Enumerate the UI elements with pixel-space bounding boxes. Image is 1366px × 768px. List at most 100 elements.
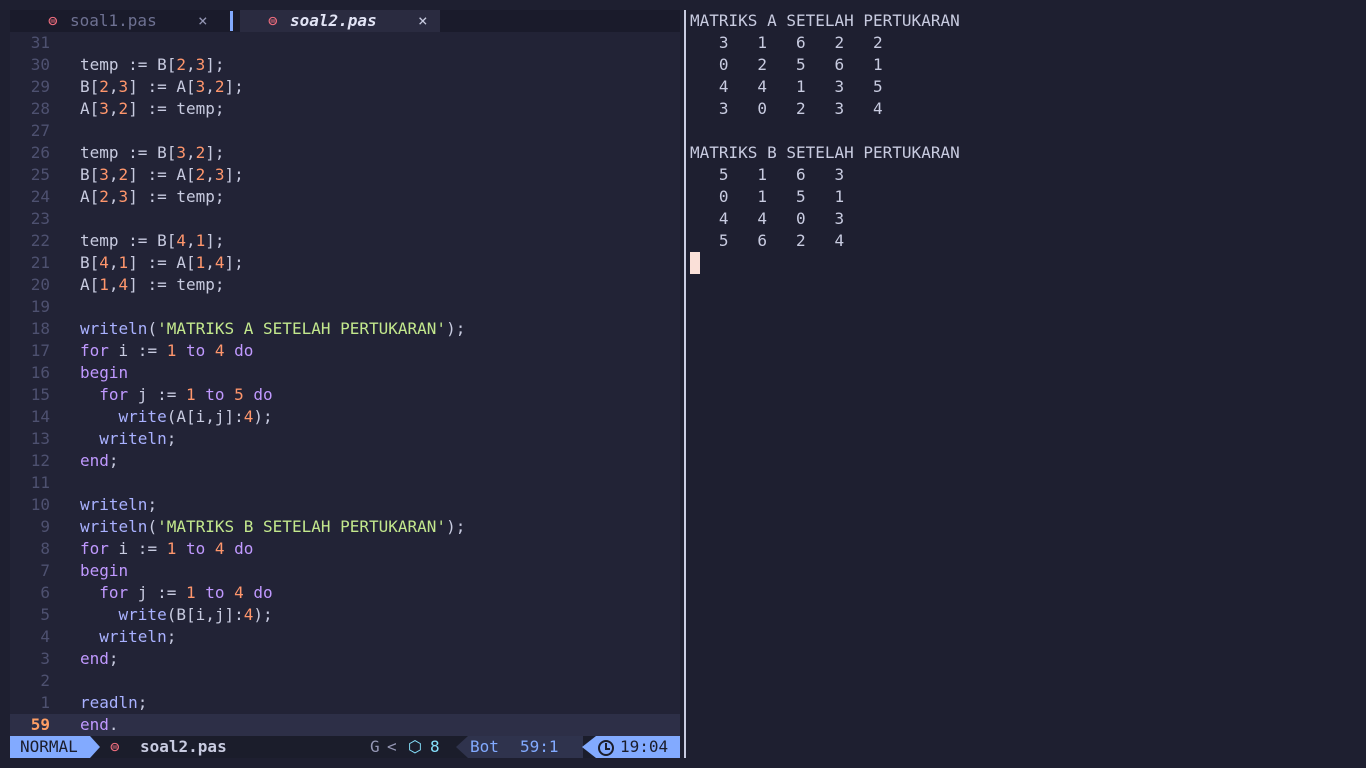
code-token: 3 <box>99 99 109 118</box>
code-token: writeln <box>99 627 167 646</box>
code-line[interactable]: 16 begin <box>10 362 680 384</box>
terminal-cursor <box>690 252 700 274</box>
code-line[interactable]: 7 begin <box>10 560 680 582</box>
line-text: B[2,3] := A[3,2]; <box>80 76 244 98</box>
code-token: (A[i,j]: <box>166 407 244 426</box>
code-line[interactable]: 3 end; <box>10 648 680 670</box>
line-text: write(B[i,j]:4); <box>80 604 273 626</box>
code-line[interactable]: 20 A[1,4] := temp; <box>10 274 680 296</box>
line-text: temp := B[2,3]; <box>80 54 225 76</box>
code-line[interactable]: 23 <box>10 208 680 230</box>
code-token: to <box>176 341 215 360</box>
terminal-line: 0 2 5 6 1 <box>690 55 883 74</box>
code-line[interactable]: 6 for j := 1 to 4 do <box>10 582 680 604</box>
code-token: ] := A[ <box>128 165 196 184</box>
line-text: writeln; <box>80 626 176 648</box>
code-line[interactable]: 2 <box>10 670 680 692</box>
code-token: , <box>108 187 119 206</box>
code-token: end <box>80 649 109 668</box>
code-token: 2 <box>118 165 129 184</box>
code-line[interactable]: 25 B[3,2] := A[2,3]; <box>10 164 680 186</box>
code-line[interactable]: 4 writeln; <box>10 626 680 648</box>
code-line[interactable]: 19 <box>10 296 680 318</box>
terminal-line: 5 1 6 3 <box>690 165 845 184</box>
line-number: 1 <box>40 693 50 712</box>
code-token: , <box>108 77 119 96</box>
cursor-position: 59:1 <box>520 737 559 756</box>
code-line[interactable]: 21 B[4,1] := A[1,4]; <box>10 252 680 274</box>
code-line[interactable]: 27 <box>10 120 680 142</box>
code-line[interactable]: 28 A[3,2] := temp; <box>10 98 680 120</box>
code-line[interactable]: 18 writeln('MATRIKS A SETELAH PERTUKARAN'… <box>10 318 680 340</box>
code-token: B[ <box>80 77 100 96</box>
code-line[interactable]: 29 B[2,3] := A[3,2]; <box>10 76 680 98</box>
line-number: 14 <box>30 407 50 426</box>
code-line[interactable]: 10 writeln; <box>10 494 680 516</box>
code-token: B[ <box>80 165 100 184</box>
code-token: A[ <box>80 187 100 206</box>
position-separator <box>456 736 468 758</box>
code-token: writeln <box>80 495 148 514</box>
mode-separator <box>90 736 100 758</box>
line-text: for i := 1 to 4 do <box>80 340 253 362</box>
tab-soal2[interactable]: ⊜ soal2.pas × <box>240 10 440 32</box>
code-line[interactable]: 9 writeln('MATRIKS B SETELAH PERTUKARAN')… <box>10 516 680 538</box>
line-number: 2 <box>40 671 50 690</box>
code-token: begin <box>80 363 129 382</box>
code-line[interactable]: 5 write(B[i,j]:4); <box>10 604 680 626</box>
code-line[interactable]: 14 write(A[i,j]:4); <box>10 406 680 428</box>
code-line[interactable]: 22 temp := B[4,1]; <box>10 230 680 252</box>
tab-soal1[interactable]: ⊜ soal1.pas × <box>10 10 232 32</box>
code-token: ; <box>108 451 119 470</box>
close-icon[interactable]: × <box>418 10 428 32</box>
code-line[interactable]: 8 for i := 1 to 4 do <box>10 538 680 560</box>
split-divider[interactable] <box>684 10 686 758</box>
tab-label: soal1.pas <box>70 11 157 30</box>
code-token: 2 <box>118 99 129 118</box>
code-token: writeln <box>99 429 167 448</box>
close-icon[interactable]: × <box>198 10 208 32</box>
code-line[interactable]: 1 readln; <box>10 692 680 714</box>
code-token: ] := temp; <box>128 187 225 206</box>
code-token: 3 <box>118 77 129 96</box>
code-token: to <box>195 385 235 404</box>
code-token: ); <box>446 517 466 536</box>
code-line[interactable]: 11 <box>10 472 680 494</box>
line-text: end; <box>80 450 119 472</box>
code-area[interactable]: 31 30 temp := B[2,3]; 29 B[2,3] := A[3,2]; 28… <box>10 32 680 736</box>
code-token: 4 <box>234 583 244 602</box>
tab-label: soal2.pas <box>290 11 377 30</box>
terminal-line: 4 4 1 3 5 <box>690 77 883 96</box>
line-text: temp := B[4,1]; <box>80 230 225 252</box>
code-line[interactable]: 12 end; <box>10 450 680 472</box>
code-line[interactable]: 30 temp := B[2,3]; <box>10 54 680 76</box>
code-token: 2 <box>195 143 206 162</box>
code-token: for <box>80 539 109 558</box>
code-token: 2 <box>99 187 109 206</box>
line-text: A[2,3] := temp; <box>80 186 225 208</box>
code-token: 1 <box>118 253 129 272</box>
code-line[interactable]: 15 for j := 1 to 5 do <box>10 384 680 406</box>
editor-pane[interactable]: ⊜ soal1.pas × ⊜ soal2.pas × 31 30 temp := … <box>10 10 680 758</box>
code-token: ]; <box>205 55 225 74</box>
terminal-pane[interactable]: MATRIKS A SETELAH PERTUKARAN 3 1 6 2 2 0… <box>690 10 1360 274</box>
code-line[interactable]: 24 A[2,3] := temp; <box>10 186 680 208</box>
code-line[interactable]: 26 temp := B[3,2]; <box>10 142 680 164</box>
code-line[interactable]: 17 for i := 1 to 4 do <box>10 340 680 362</box>
terminal-line: 3 0 2 3 4 <box>690 99 883 118</box>
code-token: , <box>185 231 196 250</box>
code-line-current[interactable]: 59 end. <box>10 714 680 736</box>
line-text: temp := B[3,2]; <box>80 142 225 164</box>
code-line[interactable]: 31 <box>10 32 680 54</box>
line-text: end; <box>80 648 119 670</box>
code-token: 4 <box>243 407 254 426</box>
code-token: do <box>243 583 273 602</box>
line-number: 12 <box>30 451 50 470</box>
line-number: 31 <box>30 33 50 52</box>
code-token: , <box>108 165 119 184</box>
line-number: 5 <box>40 605 50 624</box>
code-token: ; <box>166 627 177 646</box>
code-token: 4 <box>214 539 225 558</box>
code-line[interactable]: 13 writeln; <box>10 428 680 450</box>
